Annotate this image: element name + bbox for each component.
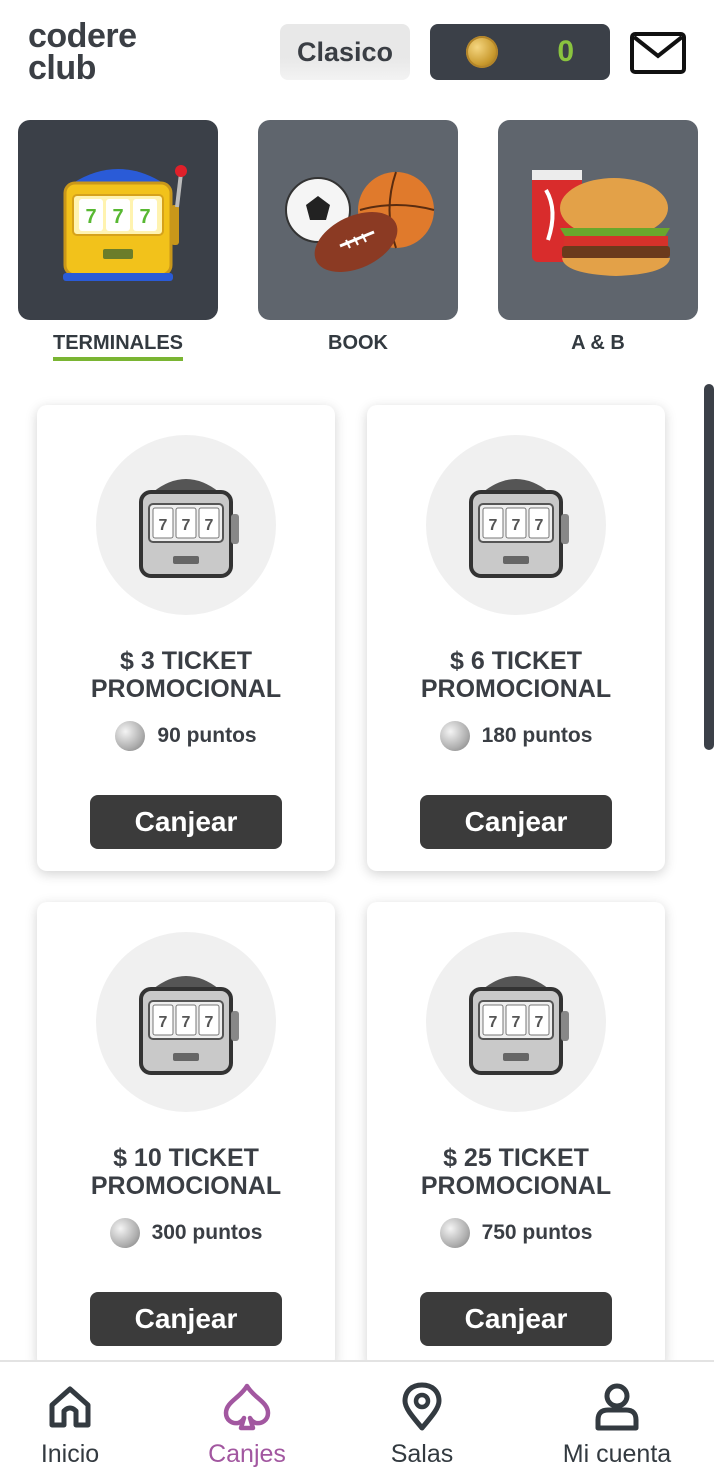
nav-item-mi-cuenta[interactable]: Mi cuenta [550, 1362, 684, 1478]
bottom-nav: Inicio Canjes Salas Mi cuenta [0, 1360, 714, 1478]
gold-coin-icon [466, 36, 498, 68]
nav-label: Canjes [208, 1440, 286, 1468]
reward-card: 7 7 7 $ 25 TICKET PROMOCIONAL 750 puntos… [367, 902, 665, 1368]
svg-text:7: 7 [535, 517, 544, 534]
nav-label: Inicio [40, 1440, 100, 1468]
reward-title: $ 6 TICKET PROMOCIONAL [420, 647, 612, 703]
codere-club-logo[interactable]: codere club [28, 17, 137, 87]
svg-text:7: 7 [159, 1014, 168, 1031]
header: codere club Clasico 0 [0, 0, 714, 100]
svg-text:7: 7 [205, 517, 214, 534]
redeem-button[interactable]: Canjear [90, 795, 282, 849]
slot-machine-icon: 7 7 7 [469, 479, 569, 578]
home-icon [49, 1386, 91, 1428]
reward-points: 180 puntos [367, 721, 665, 751]
silver-coin-icon [115, 721, 146, 751]
svg-text:7: 7 [139, 206, 150, 228]
sports-balls-icon [258, 120, 458, 320]
reward-points: 90 puntos [37, 721, 335, 751]
mail-icon[interactable] [630, 32, 686, 74]
svg-text:7: 7 [85, 206, 96, 228]
slot-machine-icon: 7 7 7 [18, 120, 218, 320]
svg-text:7: 7 [112, 206, 123, 228]
tab-book[interactable]: BOOK [258, 120, 458, 360]
svg-text:7: 7 [512, 1014, 521, 1031]
slot-machine-icon: 7 7 7 [469, 976, 569, 1075]
svg-text:7: 7 [489, 1014, 498, 1031]
location-pin-icon [402, 1382, 442, 1431]
svg-text:7: 7 [182, 1014, 191, 1031]
svg-text:7: 7 [489, 517, 498, 534]
svg-text:7: 7 [159, 517, 168, 534]
reward-title: $ 3 TICKET PROMOCIONAL [90, 647, 282, 703]
tab-label-book: BOOK [328, 332, 388, 354]
logo-line1: codere [28, 17, 137, 55]
nav-label: Mi cuenta [562, 1440, 672, 1468]
reward-card: 7 7 7 $ 3 TICKET PROMOCIONAL 90 puntos C… [37, 405, 335, 871]
tier-badge[interactable]: Clasico [280, 24, 410, 80]
logo-line2: club [28, 49, 96, 87]
slot-machine-icon: 7 7 7 [139, 479, 239, 578]
reward-card: 7 7 7 $ 10 TICKET PROMOCIONAL 300 puntos… [37, 902, 335, 1368]
nav-label: Salas [390, 1440, 454, 1468]
slot-machine-icon: 7 7 7 [139, 976, 239, 1075]
silver-coin-icon [439, 721, 470, 751]
nav-item-canjes[interactable]: Canjes [192, 1362, 302, 1478]
reward-card: 7 7 7 $ 6 TICKET PROMOCIONAL 180 puntos … [367, 405, 665, 871]
redeem-button[interactable]: Canjear [90, 1292, 282, 1346]
burger-soda-icon [498, 120, 698, 320]
user-icon [595, 1383, 639, 1431]
svg-text:7: 7 [535, 1014, 544, 1031]
svg-text:7: 7 [205, 1014, 214, 1031]
scrollbar[interactable] [704, 384, 714, 750]
nav-item-inicio[interactable]: Inicio [20, 1362, 120, 1478]
reward-title: $ 10 TICKET PROMOCIONAL [90, 1144, 282, 1200]
reward-title: $ 25 TICKET PROMOCIONAL [420, 1144, 612, 1200]
tab-a-b[interactable]: A & B [498, 120, 698, 360]
reward-points: 750 puntos [367, 1218, 665, 1248]
points-balance[interactable]: 0 [430, 24, 610, 80]
points-value: 0 [557, 35, 574, 68]
tab-label-terminales: TERMINALES [53, 332, 183, 361]
spade-icon [223, 1383, 271, 1431]
redeem-button[interactable]: Canjear [420, 795, 612, 849]
svg-text:7: 7 [182, 517, 191, 534]
nav-item-salas[interactable]: Salas [372, 1362, 472, 1478]
reward-points: 300 puntos [37, 1218, 335, 1248]
redeem-button[interactable]: Canjear [420, 1292, 612, 1346]
tab-terminales[interactable]: 7 7 7 TERMINALES [18, 120, 218, 361]
silver-coin-icon [439, 1218, 470, 1248]
silver-coin-icon [109, 1218, 140, 1248]
tab-label-a-b: A & B [571, 332, 625, 354]
svg-text:7: 7 [512, 517, 521, 534]
